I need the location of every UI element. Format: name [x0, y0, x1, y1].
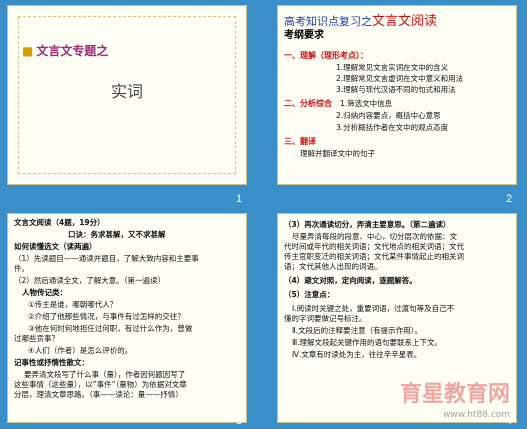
text-line: （5）注意点： [284, 290, 335, 299]
slide-subtitle: 考纲要求 [284, 30, 324, 41]
list-item: 3.分析概括作者在文中的观点态度 [336, 123, 449, 132]
text-line: Ⅰ.阅读时关键之处，重要词语，过渡句等及自己不 [292, 304, 455, 313]
text-line: 过哪些贡事？ [14, 334, 59, 343]
slide-1[interactable]: ■ 文言文专题之 实词 [7, 5, 247, 185]
text-line: 懂的字词要做记号标注。 [284, 314, 367, 323]
text-line: 记事性或抒情性散文： [14, 358, 89, 367]
text-line: 这些事情（这些量），以“事件”（量物）为依据对文章 [14, 380, 187, 389]
text-line: （3）再次通读切分，弄清主要意思。（第二遍读） [284, 220, 451, 229]
text-line: 传主官职变迁的相关词语；文代某件事情起止的相关词 [284, 252, 464, 261]
text-line: 件。 [14, 264, 29, 273]
text-line: 分层，理清文章思路。（事——读论：量——抒情） [14, 390, 183, 399]
list-item: 1.理解常见文言实词在文中的含义 [336, 63, 449, 72]
slide-4[interactable]: （3）再次通读切分，弄清主要意思。（第二遍读） 尽量弄清每段的段意、中心，切分层… [277, 213, 517, 423]
text-line: 如何读懂选文（读两遍） [14, 242, 97, 251]
list-item: 2.理解常见文言虚词在文中意义和用法 [336, 74, 464, 83]
slide-number: 1 [236, 193, 243, 205]
text-line: 尽量弄清每段的段意、中心，切分层次的依据：文 [292, 232, 457, 241]
text-line: （4）避文对照，定向阅读，逐题解答。 [284, 276, 417, 285]
slide-number: 4 [506, 415, 513, 427]
slide-topic: ■ 文言文专题之 [22, 42, 108, 59]
text-line: Ⅱ.文段后的注释要注意（有提示作用）。 [292, 326, 422, 335]
text-line: 代时间或年代的相关词语；文代地点的相关词语；文代 [284, 242, 464, 251]
slide-number: 3 [236, 415, 243, 427]
slide-3[interactable]: 文言文阅读（4题，19分） 口诀：务求甚解，又不求甚解 如何读懂选文（读两遍） … [7, 213, 247, 423]
text-line: ③他在何时何地担任过何职，有过什么作为，曾做 [28, 324, 193, 333]
text-line: （1）先读题目——通读并题目，了解大致内容和主要事 [14, 254, 199, 263]
header-highlight: 文言文阅读 [372, 14, 438, 29]
text-line: ②介绍了他那些情况，与事件有过怎样的交往？ [28, 312, 185, 321]
text-line: ④人们（作者）是怎么评价的。 [28, 346, 133, 355]
list-item: 3.理解与现代汉语不同的句式和用法 [336, 85, 456, 94]
topic-text: 文言文专题之 [36, 44, 109, 58]
text-line: 口诀：务求甚解，又不求甚解 [68, 230, 166, 239]
slide-2[interactable]: 高考知识点复习之文言文阅读 考纲要求 一、理解（理形考点）： 1.理解常见文言实… [277, 5, 517, 185]
slide-number: 2 [506, 193, 513, 205]
text-line: 人物传记类： [22, 288, 67, 297]
text-line: Ⅳ.文章有时读处为主，往往辛辛星表。 [292, 350, 422, 359]
watermark-logo: 育星教育网 [399, 382, 510, 407]
section-heading: 二、分析综合 [284, 99, 332, 108]
list-item: 2.归纳内容要点，概括中心意思 [336, 111, 441, 120]
watermark-url: www.ht88.com [443, 410, 510, 420]
text-line: Ⅲ.理解文段起关键作用的语句要联系上下文。 [292, 338, 443, 347]
bullet-icon: ■ [22, 44, 34, 58]
list-item: 理解并翻译文中的句子 [300, 149, 375, 158]
text-line: 语；文代其他人出现的词语。 [284, 262, 382, 271]
section-heading: 三、翻译 [284, 137, 316, 146]
text-line: （2）然后通读全文，了解大意。（第一遍读） [14, 276, 166, 285]
text-line: ①传主是谁，哪朝哪代人？ [28, 300, 118, 309]
list-item: 1.筛选文中信息 [340, 99, 393, 108]
slide-title: 文言文阅读（4题，19分） [14, 218, 105, 227]
slide-title: 实词 [110, 82, 143, 101]
text-line: 要弄清文段写了什么事（量），作者因何题因写了 [24, 370, 186, 379]
section-heading: 一、理解（理形考点）： [284, 51, 368, 60]
